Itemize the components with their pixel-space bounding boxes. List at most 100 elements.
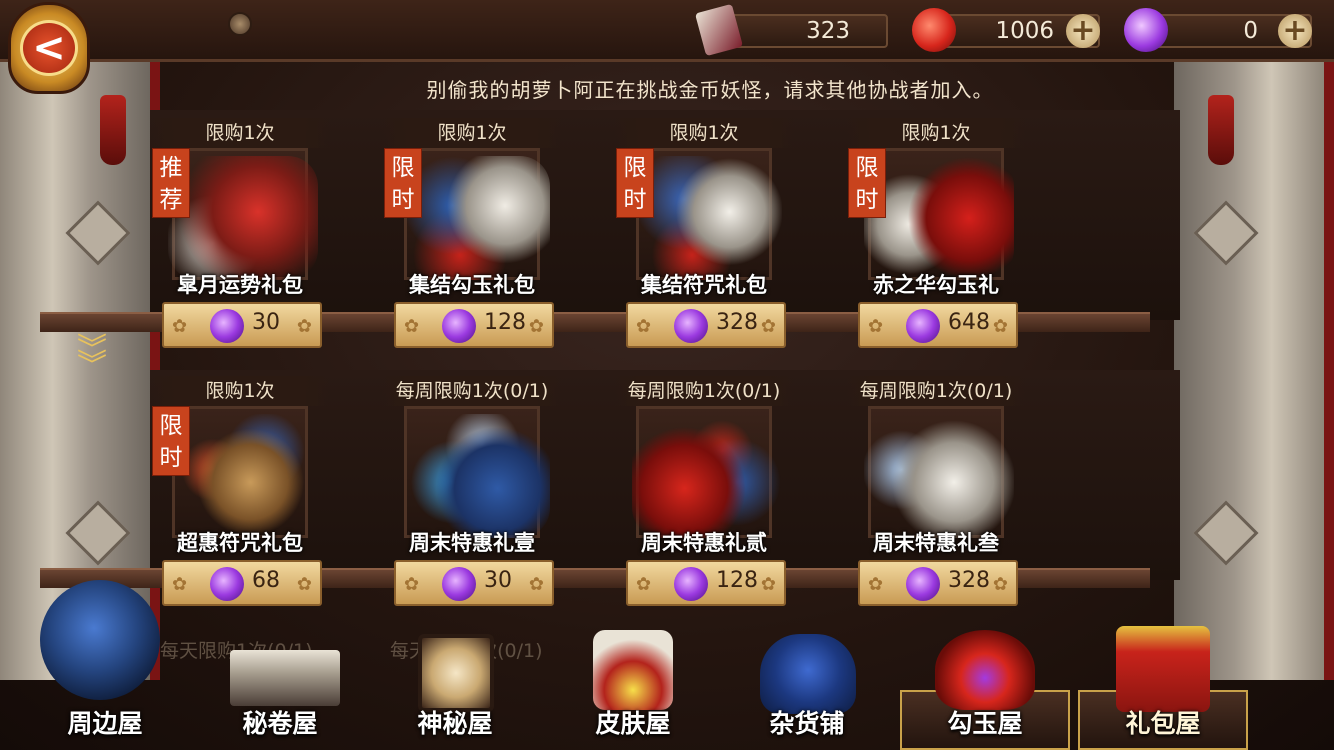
price-value: 30 — [252, 310, 280, 335]
price-button[interactable]: ✿ 328 ✿ — [626, 302, 786, 348]
price-button[interactable]: ✿ 128 ✿ — [626, 560, 786, 606]
gift-pack-card[interactable]: 限购1次 限时 集结勾玉礼包 ✿ 128 ✿ — [382, 118, 562, 358]
price-value: 328 — [948, 568, 990, 593]
back-button[interactable]: < — [8, 2, 90, 94]
purchase-limit: 限购1次 — [150, 376, 330, 406]
purple-jade-count: 0 — [1243, 18, 1258, 44]
tab-merch-shop[interactable]: 周边屋 — [20, 580, 190, 750]
gift-pack-art-icon — [632, 414, 782, 538]
collab-notice[interactable]: 别偷我的胡萝卜阿正在挑战金币妖怪，请求其他协战者加入。 — [330, 74, 1090, 103]
gift-pack-card[interactable]: 每周限购1次(0/1) 周末特惠礼壹 ✿ 30 ✿ — [382, 376, 562, 616]
skin-voucher-count: 323 — [806, 18, 850, 44]
magatama-count: 1006 — [995, 18, 1054, 44]
item-name: 周末特惠礼壹 — [409, 531, 535, 555]
item-name: 赤之华勾玉礼 — [873, 273, 999, 297]
purple-jade-icon — [442, 567, 476, 601]
coin-bag-icon — [760, 634, 856, 714]
tab-skin-shop[interactable]: 皮肤屋 — [548, 620, 718, 750]
flower-ornament-icon: ✿ — [528, 316, 544, 337]
flower-ornament-icon: ✿ — [404, 574, 420, 595]
purple-jade-icon — [674, 309, 708, 343]
price-value: 128 — [716, 568, 758, 593]
add-magatama-button[interactable]: + — [1066, 14, 1100, 48]
gift-pack-card[interactable]: 每周限购1次(0/1) 周末特惠礼叁 ✿ 328 ✿ — [846, 376, 1026, 616]
curtain-diamond-ornament — [1193, 200, 1259, 266]
item-name: 超惠符咒礼包 — [177, 531, 303, 555]
tab-label: 神秘屋 — [417, 709, 493, 738]
magatama-pile-icon — [935, 630, 1035, 710]
tab-general-store[interactable]: 杂货铺 — [722, 620, 892, 750]
gift-pack-card[interactable]: 限购1次 限时 集结符咒礼包 ✿ 328 ✿ — [614, 118, 794, 358]
flower-ornament-icon: ✿ — [172, 574, 188, 595]
limited-time-tag: 限时 — [384, 148, 422, 218]
bottom-nav: 周边屋 秘卷屋 神秘屋 皮肤屋 杂货铺 勾玉屋 礼包屋 — [0, 580, 1334, 750]
limited-time-tag: 限时 — [848, 148, 886, 218]
tab-label: 周边屋 — [67, 709, 143, 738]
flower-ornament-icon: ✿ — [528, 574, 544, 595]
price-button[interactable]: ✿ 328 ✿ — [858, 560, 1018, 606]
curtain-diamond-ornament — [65, 200, 131, 266]
flower-ornament-icon: ✿ — [868, 316, 884, 337]
gift-box-icon — [1116, 626, 1210, 712]
back-arrow-icon: < — [20, 20, 78, 76]
scroll-down-chevron-icon[interactable]: ︾ ︾ — [74, 335, 110, 386]
skin-voucher-icon — [694, 3, 744, 57]
tab-magatama-shop[interactable]: 勾玉屋 — [900, 620, 1070, 750]
flower-ornament-icon: ✿ — [172, 316, 188, 337]
purple-jade-icon — [210, 567, 244, 601]
magatama-icon — [912, 8, 956, 52]
gift-pack-art-icon — [864, 414, 1014, 538]
scroll-books-icon — [230, 650, 340, 706]
purple-jade-icon — [442, 309, 476, 343]
tassel-ornament — [1208, 95, 1234, 165]
resource-skin-voucher: 323 — [694, 3, 890, 57]
tab-mystery-shop[interactable]: 神秘屋 — [370, 620, 540, 750]
purple-jade-icon — [1124, 8, 1168, 52]
price-value: 128 — [484, 310, 526, 335]
item-name: 集结符咒礼包 — [641, 273, 767, 297]
flower-ornament-icon: ✿ — [760, 574, 776, 595]
curtain-diamond-ornament — [1193, 500, 1259, 566]
purchase-limit: 限购1次 — [846, 118, 1026, 148]
gift-pack-card[interactable]: 每周限购1次(0/1) 周末特惠礼贰 ✿ 128 ✿ — [614, 376, 794, 616]
tab-label: 杂货铺 — [769, 709, 845, 738]
purchase-limit: 每周限购1次(0/1) — [382, 376, 562, 406]
flower-ornament-icon: ✿ — [296, 574, 312, 595]
tab-label: 皮肤屋 — [595, 709, 671, 738]
purchase-limit: 限购1次 — [614, 118, 794, 148]
tab-gift-pack-shop[interactable]: 礼包屋 — [1078, 620, 1248, 750]
item-name: 集结勾玉礼包 — [409, 273, 535, 297]
purchase-limit: 每周限购1次(0/1) — [614, 376, 794, 406]
purple-jade-icon — [906, 567, 940, 601]
tab-label: 勾玉屋 — [947, 709, 1023, 738]
price-button[interactable]: ✿ 30 ✿ — [162, 302, 322, 348]
purple-jade-icon — [674, 567, 708, 601]
price-button[interactable]: ✿ 30 ✿ — [394, 560, 554, 606]
price-value: 328 — [716, 310, 758, 335]
gift-pack-art-icon — [864, 156, 1014, 280]
flower-ornament-icon: ✿ — [404, 316, 420, 337]
price-value: 30 — [484, 568, 512, 593]
item-name: 皐月运势礼包 — [177, 273, 303, 297]
price-button[interactable]: ✿ 68 ✿ — [162, 560, 322, 606]
flower-ornament-icon: ✿ — [636, 316, 652, 337]
price-button[interactable]: ✿ 128 ✿ — [394, 302, 554, 348]
gift-pack-art-icon — [400, 414, 550, 538]
right-curtain — [1174, 60, 1334, 680]
limited-time-tag: 限时 — [152, 406, 190, 476]
tab-label: 秘卷屋 — [242, 709, 318, 738]
price-button[interactable]: ✿ 648 ✿ — [858, 302, 1018, 348]
flower-ornament-icon: ✿ — [760, 316, 776, 337]
gift-pack-card[interactable]: 限购1次 限时 赤之华勾玉礼 ✿ 648 ✿ — [846, 118, 1026, 358]
skin-figure-icon — [593, 630, 673, 710]
gift-pack-card[interactable]: 限购1次 推荐 皐月运势礼包 ✿ 30 ✿ — [150, 118, 330, 358]
curtain-diamond-ornament — [65, 500, 131, 566]
tab-scroll-shop[interactable]: 秘卷屋 — [195, 620, 365, 750]
gift-pack-card[interactable]: 限购1次 限时 超惠符咒礼包 ✿ 68 ✿ — [150, 376, 330, 616]
bolt-ornament — [228, 12, 252, 36]
flower-ornament-icon: ✿ — [992, 316, 1008, 337]
resource-purple-jade: 0 + — [1124, 8, 1314, 52]
add-purple-jade-button[interactable]: + — [1278, 14, 1312, 48]
resource-magatama: 1006 + — [912, 8, 1102, 52]
shop-scene: < 323 1006 + 0 + 别偷我的胡萝卜阿正在挑战金币妖怪，请求其他协战… — [0, 0, 1334, 750]
